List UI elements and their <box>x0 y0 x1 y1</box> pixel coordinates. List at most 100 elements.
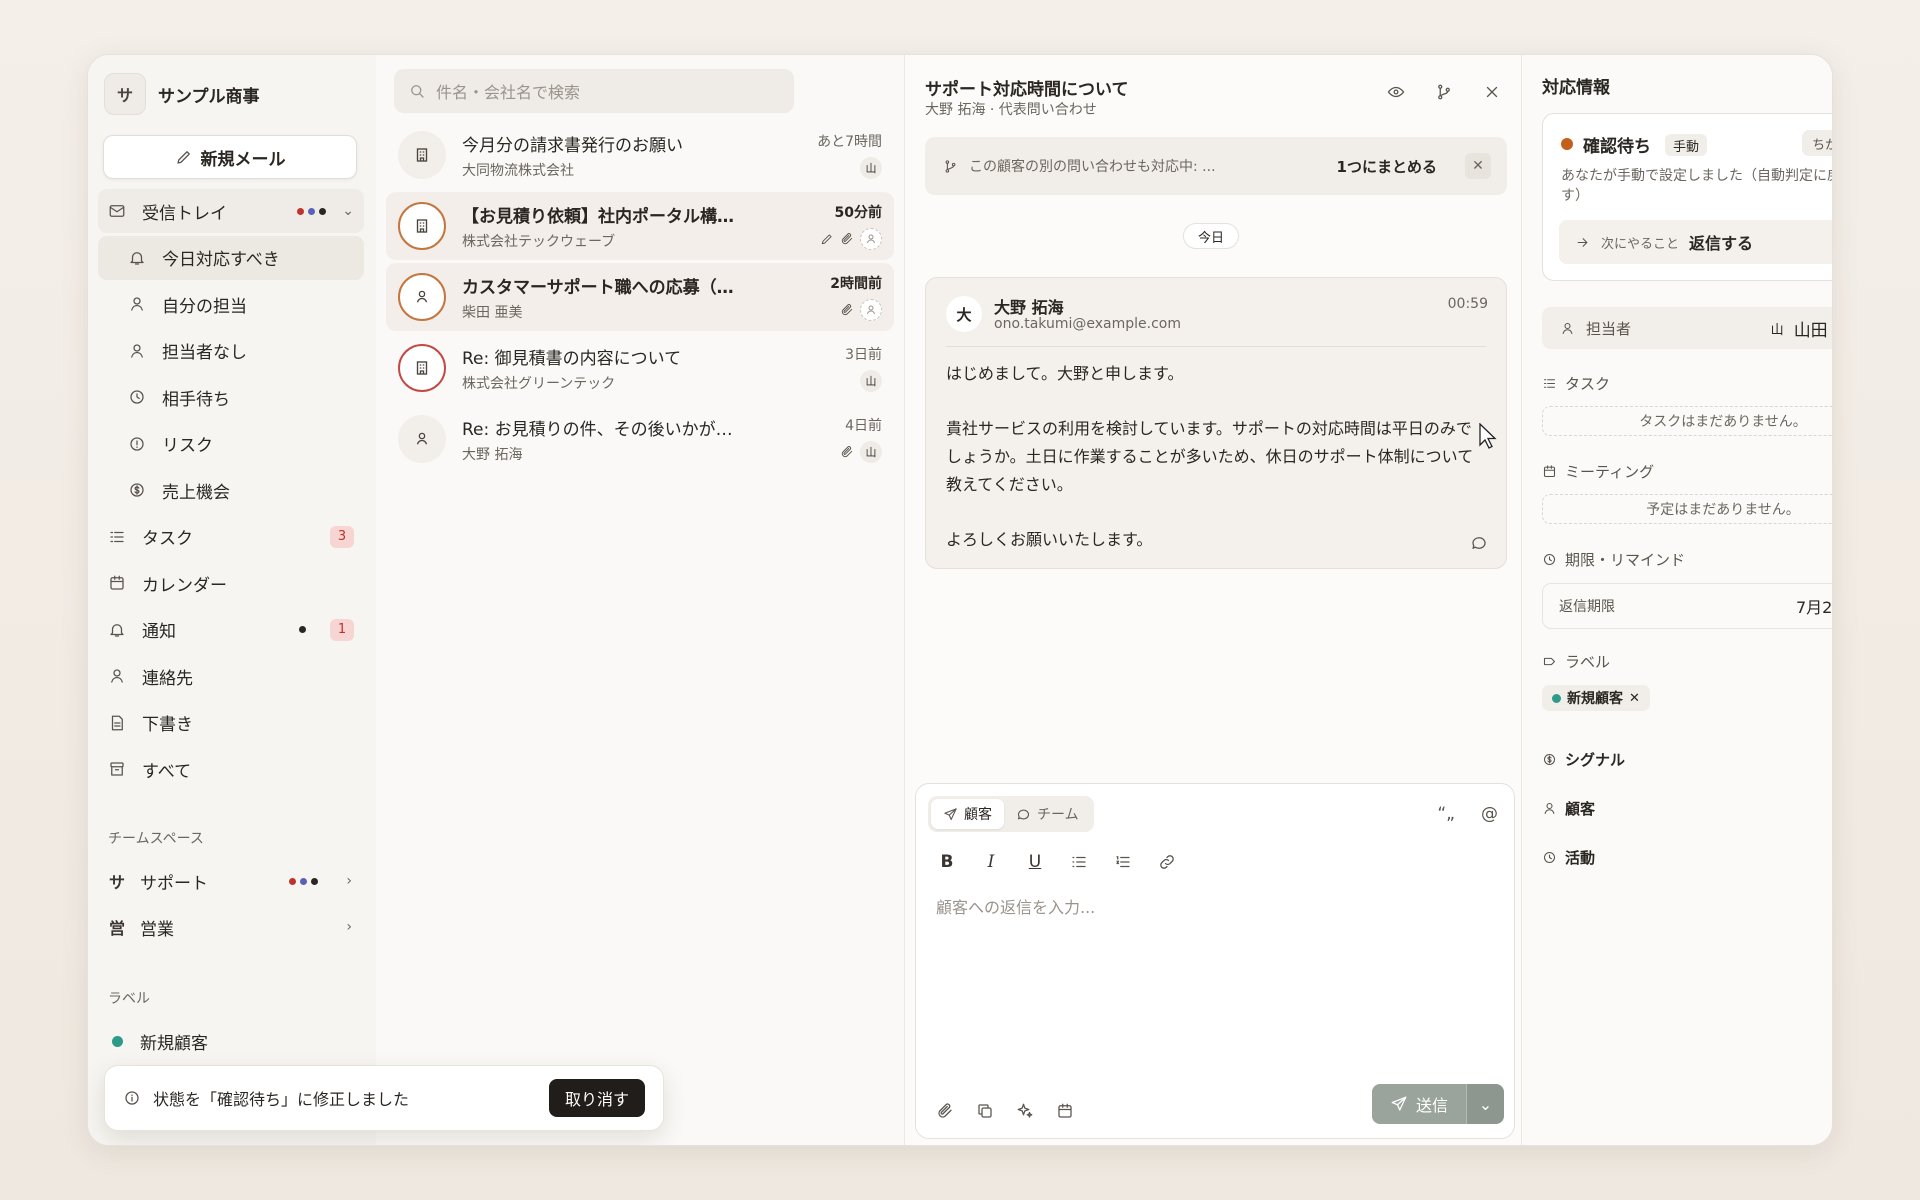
sidebar-item-all[interactable]: すべて <box>98 747 364 791</box>
sidebar-item-label: タスク <box>142 529 193 549</box>
chevron-down-icon[interactable]: ⌄ <box>342 203 354 219</box>
underline-button[interactable]: U <box>1024 852 1046 872</box>
conversation-company: 大野 拓海 <box>462 446 523 463</box>
copy-icon[interactable] <box>976 1102 994 1120</box>
remove-label-icon[interactable]: ✕ <box>1629 691 1640 706</box>
sparkle-icon[interactable] <box>1016 1102 1034 1120</box>
new-mail-button[interactable]: 新規メール <box>103 135 357 179</box>
bullet-list-icon[interactable] <box>1068 853 1090 871</box>
next-action[interactable]: 次にやること 返信する <box>1559 220 1832 264</box>
teamspace-glyph: 営 <box>108 919 125 938</box>
section-label: 活動 <box>1565 848 1596 867</box>
conversation-meta-icons: 山 <box>860 157 882 179</box>
sidebar-item-mine[interactable]: 自分の担当 <box>98 282 364 326</box>
search-icon <box>408 82 426 100</box>
merge-button[interactable]: 1つにまとめる <box>1337 156 1437 177</box>
bold-button[interactable]: B <box>936 852 958 872</box>
dismiss-banner-button[interactable]: ✕ <box>1465 153 1491 179</box>
undo-button[interactable]: 取り消す <box>548 1079 645 1117</box>
sidebar-item-drafts[interactable]: 下書き <box>98 701 364 745</box>
send-options-button[interactable]: ⌄ <box>1466 1084 1504 1124</box>
date-divider: 今日 <box>1183 223 1240 249</box>
sidebar-item-tasks[interactable]: タスク 3 <box>98 515 364 559</box>
section-signals[interactable]: シグナル 1 ⌄ <box>1542 744 1832 774</box>
sidebar-item-label: 売上機会 <box>162 482 230 503</box>
sidebar-item-label: 連絡先 <box>142 668 193 689</box>
close-icon[interactable] <box>1483 83 1501 101</box>
unassigned-avatar <box>860 228 882 250</box>
sidebar-item-today[interactable]: 今日対応すべき <box>98 235 364 280</box>
sidebar-item-unassigned[interactable]: 担当者なし <box>98 329 364 373</box>
alert-icon <box>128 435 146 453</box>
composer-bottom-actions <box>936 1102 1074 1120</box>
sidebar-item-opportunity[interactable]: 売上機会 <box>98 468 364 512</box>
label-item-new-customer[interactable]: 新規顧客 <box>98 1019 364 1063</box>
pencil-icon <box>820 232 834 246</box>
reply-input[interactable]: 顧客への返信を入力... <box>936 894 1095 918</box>
calendar-icon[interactable] <box>1056 1102 1074 1120</box>
tab-team[interactable]: チーム <box>1004 799 1091 829</box>
tab-customer[interactable]: 顧客 <box>931 799 1004 829</box>
sidebar-item-contacts[interactable]: 連絡先 <box>98 654 364 698</box>
teamspace-item-support[interactable]: サ サポート › <box>98 859 364 903</box>
unassigned-avatar <box>860 299 882 321</box>
send-button[interactable]: 送信 <box>1371 1084 1466 1124</box>
conversation-body: Re: お見積りの件、その後いかがでしょうか大野 拓海 <box>462 415 882 464</box>
paperclip-icon <box>840 232 854 246</box>
sidebar-item-inbox[interactable]: 受信トレイ ⌄ <box>98 189 364 233</box>
deadline-value: 7月27日(月) <box>1795 598 1833 617</box>
meetings-label: ミーティング <box>1565 463 1655 481</box>
workspace-header[interactable]: サ サンプル商事 <box>104 71 260 117</box>
section-customer[interactable]: 顧客 ⌄ <box>1542 793 1832 823</box>
dollar-icon <box>1542 752 1557 767</box>
paperclip-icon <box>840 445 854 459</box>
calendar-icon <box>108 574 126 592</box>
deadline-field-label: 返信期限 <box>1559 599 1615 615</box>
sidebar-item-waiting[interactable]: 相手待ち <box>98 375 364 419</box>
section-activity[interactable]: 活動 1 ⌄ <box>1542 842 1832 872</box>
conversation-item[interactable]: Re: お見積りの件、その後いかがでしょうか大野 拓海4日前山 <box>386 405 894 473</box>
quote-icon[interactable]: “„ <box>1437 804 1455 824</box>
conversation-item[interactable]: カスタマーサポート職への応募（山田） 柴田 亜美 2時間前 <box>386 263 894 331</box>
comment-icon[interactable] <box>1470 534 1488 552</box>
conversation-item[interactable]: Re: 御見積書の内容について 株式会社グリーンテック 3日前山 <box>386 334 894 402</box>
sidebar-item-calendar[interactable]: カレンダー <box>98 561 364 605</box>
mouse-cursor-icon <box>1479 423 1497 449</box>
tasks-empty[interactable]: タスクはまだありません。 <box>1542 406 1832 436</box>
reply-deadline-field[interactable]: 返信期限 7月27日(月) <box>1542 583 1833 629</box>
status-correct-button[interactable]: ちがう？⌄ <box>1802 130 1832 156</box>
chevron-right-icon[interactable]: › <box>346 873 352 889</box>
teamspace-item-sales[interactable]: 営 営業 › <box>98 905 364 949</box>
teamspace-status-dots <box>289 877 318 885</box>
numbered-list-icon[interactable] <box>1112 853 1134 871</box>
assignee-avatar: 山 <box>1770 322 1784 338</box>
tab-label: 顧客 <box>964 807 992 823</box>
clock-icon <box>128 388 146 406</box>
sidebar-item-risk[interactable]: リスク <box>98 422 364 466</box>
reply-composer: 顧客 チーム “„ @ B I U 顧客への返信を入力... 送信 ⌄ <box>915 783 1515 1139</box>
branch-icon[interactable] <box>1435 83 1453 101</box>
italic-button[interactable]: I <box>980 852 1002 872</box>
meetings-header: ミーティング <box>1542 461 1654 482</box>
assignee-name: 山田 太郎 <box>1793 320 1832 341</box>
document-icon <box>108 714 126 732</box>
mention-icon[interactable]: @ <box>1481 804 1498 824</box>
building-icon <box>398 202 446 250</box>
arrow-right-icon <box>1573 233 1591 251</box>
eye-icon[interactable] <box>1387 83 1405 101</box>
conversation-item[interactable]: 【お見積り依頼】社内ポータル構築のご相談株式会社テックウェーブ50分前 <box>386 192 894 260</box>
chevron-right-icon[interactable]: › <box>346 919 352 935</box>
conversation-item[interactable]: 今月分の請求書発行のお願い 大同物流株式会社 あと7時間山 <box>386 121 894 189</box>
paperclip-icon[interactable] <box>936 1102 954 1120</box>
assignee-select[interactable]: 担当者 山 山田 太郎 ⌄ <box>1542 307 1832 349</box>
tasks-header: タスク <box>1542 373 1610 394</box>
sidebar-item-label: リスク <box>162 436 213 456</box>
link-icon[interactable] <box>1156 853 1178 871</box>
search-input[interactable]: 件名・会社名で検索 <box>394 69 794 113</box>
sidebar-item-label: 今日対応すべき <box>162 250 280 270</box>
teamspace-label: 営業 <box>140 919 174 940</box>
sidebar-item-notifications[interactable]: 通知 1 <box>98 608 364 652</box>
label-name: 新規顧客 <box>140 1033 208 1054</box>
meetings-empty[interactable]: 予定はまだありません。 <box>1542 494 1832 524</box>
toast-message: 状態を「確認待ち」に修正しました <box>153 1090 410 1109</box>
